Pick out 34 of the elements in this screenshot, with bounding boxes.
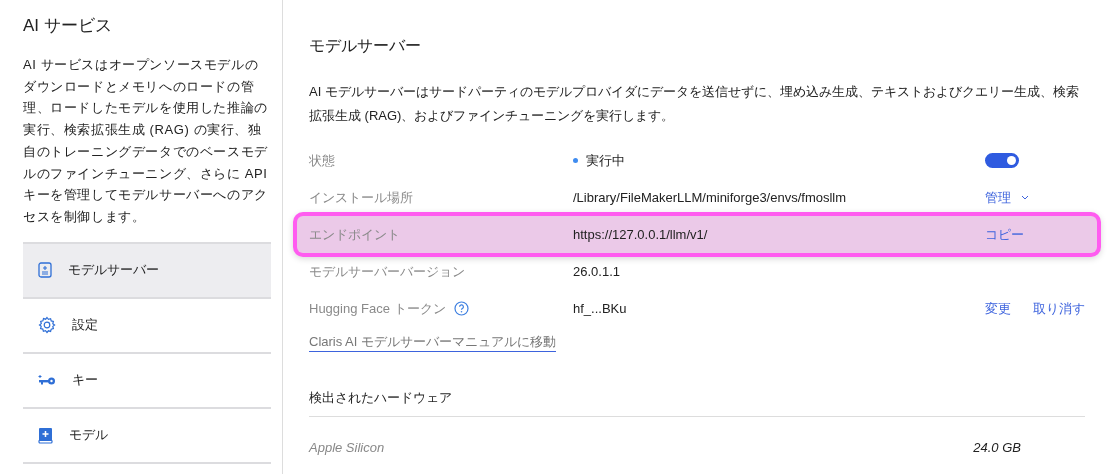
sidebar-item[interactable]: モデルサーバー: [23, 243, 271, 299]
field-label: インストール場所: [309, 188, 413, 207]
sidebar-item[interactable]: キー: [23, 353, 271, 409]
sidebar-item[interactable]: モデル: [23, 408, 271, 464]
status-dot: [573, 158, 578, 163]
chevron-down-icon: [1021, 195, 1029, 200]
field-label: 状態: [309, 151, 335, 170]
clipboard-icon: [38, 262, 52, 279]
section-description: AI モデルサーバーはサードパーティのモデルプロバイダにデータを送信せずに、埋め込み生成、テキストおよびクエリー生成、検索拡張生成 (RAG)、およびファインチューニングを実行します。: [309, 83, 1080, 125]
field-label: エンドポイント: [309, 225, 400, 244]
action-link[interactable]: 管理: [985, 188, 1029, 207]
hardware-memory: 24.0 GB: [972, 440, 1021, 455]
field-value: 26.0.1.1: [573, 264, 620, 279]
manual-link[interactable]: Claris AI モデルサーバーマニュアルに移動: [309, 333, 556, 352]
book-icon: [38, 426, 53, 444]
hardware-title: 検出されたハードウェア: [309, 389, 1085, 417]
action-link[interactable]: コピー: [985, 225, 1024, 244]
field-value: /Library/FileMakerLLM/miniforge3/envs/fmosllm: [573, 190, 847, 205]
help-icon[interactable]: [453, 301, 469, 316]
section-title: モデルサーバー: [309, 36, 422, 56]
field-value: https://127.0.0.1/llm/v1/: [573, 227, 708, 242]
sidebar-item[interactable]: 設定: [23, 298, 271, 354]
field-label: モデルサーバーバージョン: [309, 262, 465, 281]
field-label: Hugging Face トークン: [309, 299, 446, 318]
action-link[interactable]: 取り消す: [1033, 299, 1085, 318]
sidebar-title: AI サービス: [23, 15, 113, 37]
field-value: 実行中: [586, 151, 625, 170]
toggle-switch[interactable]: [985, 153, 1019, 168]
settings-icon: [38, 316, 56, 335]
sidebar-description: AI サービスはオープンソースモデルのダウンロードとメモリへのロードの管理、ロードしたモデルを使用した推論の実行、検索拡張生成 (RAG) の実行、独自のトレーニングデータでのベースモデルのファインチューニング、さらに API キーを管理してモデルサーバーへのアクセスを制御します。: [23, 56, 269, 226]
hardware-name: Apple Silicon: [309, 440, 386, 455]
action-link[interactable]: 変更: [985, 299, 1011, 318]
key-icon: [38, 374, 56, 387]
field-value: hf_...BKu: [573, 301, 627, 316]
